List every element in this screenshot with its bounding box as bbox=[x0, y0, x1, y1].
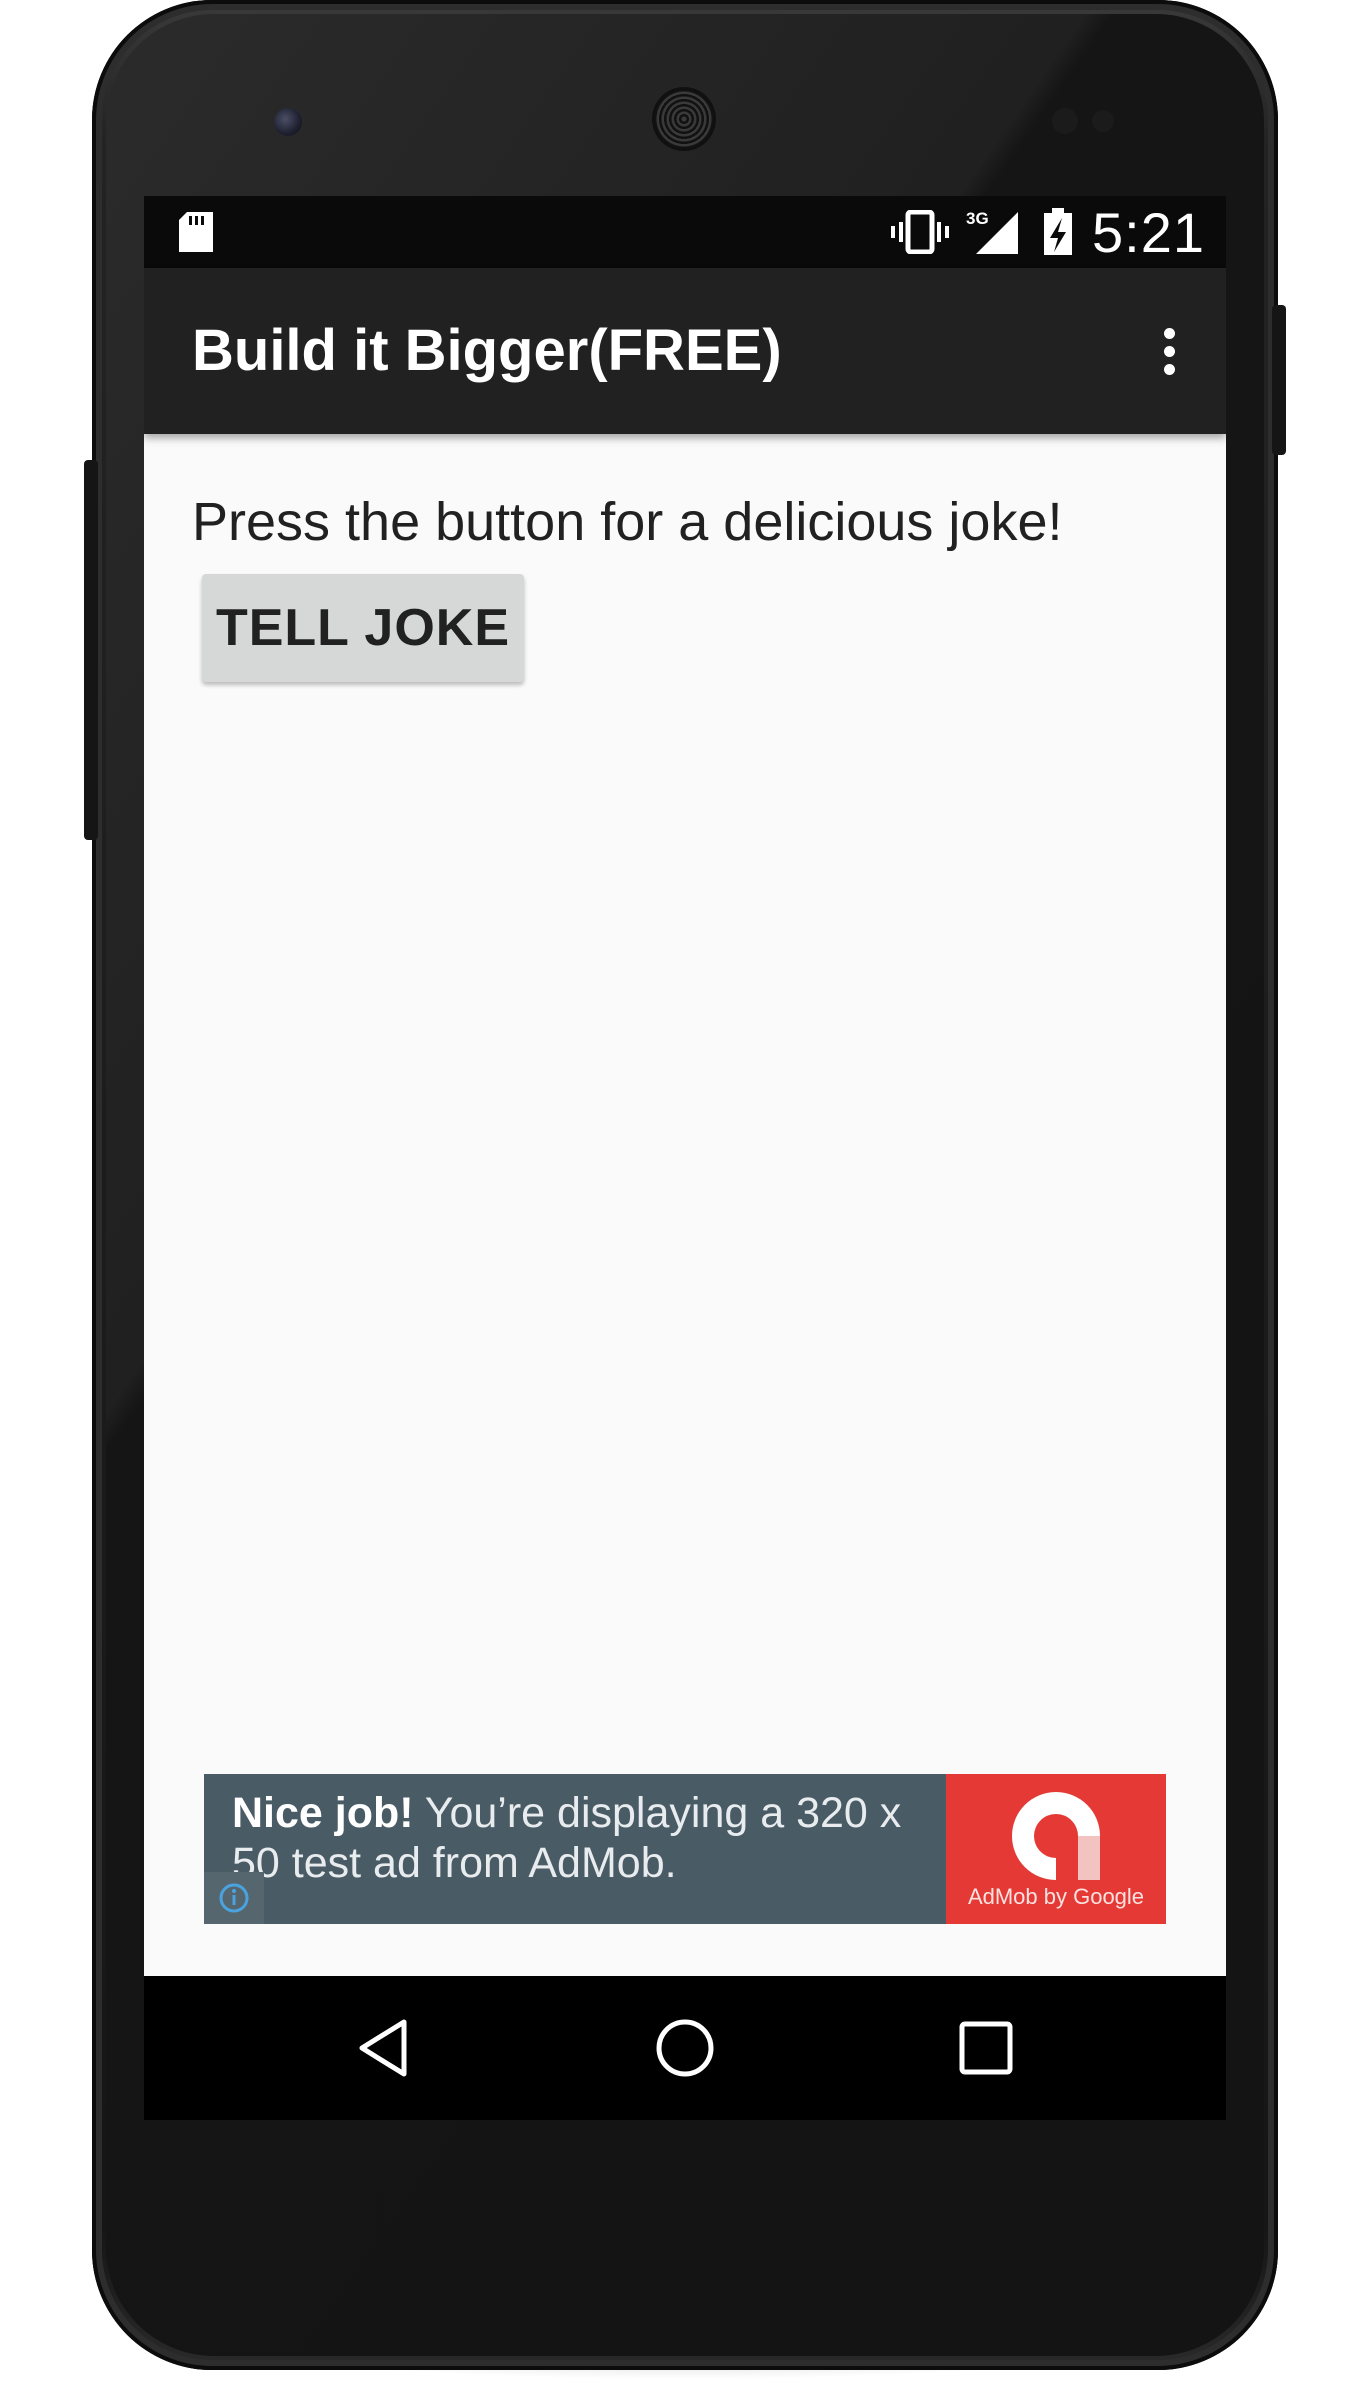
network-type-label: 3G bbox=[966, 209, 989, 228]
home-icon[interactable] bbox=[651, 2014, 719, 2082]
light-sensor-icon bbox=[1092, 110, 1114, 132]
navigation-bar bbox=[144, 1976, 1226, 2120]
battery-charging-icon bbox=[1044, 208, 1072, 255]
recents-icon[interactable] bbox=[952, 2014, 1020, 2082]
front-camera-icon bbox=[1052, 108, 1078, 134]
proximity-sensor-icon bbox=[274, 108, 302, 136]
instructions-text: Press the button for a delicious joke! bbox=[192, 492, 1063, 552]
ad-headline: Nice job! bbox=[232, 1789, 414, 1837]
info-icon[interactable] bbox=[204, 1872, 264, 1924]
back-icon[interactable] bbox=[352, 2014, 420, 2082]
ad-text: Nice job! You’re displaying a 320 x 50 t… bbox=[232, 1788, 932, 1888]
screen: 3G 5:21 Build it Bigger(FREE) Press the … bbox=[144, 196, 1226, 2120]
tell-joke-button[interactable]: TELL JOKE bbox=[202, 574, 524, 682]
sd-card-icon bbox=[179, 212, 213, 252]
ad-banner[interactable]: Nice job! You’re displaying a 320 x 50 t… bbox=[204, 1774, 1166, 1924]
overflow-menu-button[interactable] bbox=[1144, 304, 1194, 400]
signal-icon: 3G bbox=[966, 209, 1018, 254]
app-bar: Build it Bigger(FREE) bbox=[144, 268, 1226, 434]
more-vert-icon-dot bbox=[1164, 346, 1175, 357]
vibrate-icon bbox=[891, 210, 949, 254]
app-title: Build it Bigger(FREE) bbox=[192, 318, 782, 383]
admob-brand-label: AdMob by Google bbox=[967, 1884, 1145, 1909]
more-vert-icon bbox=[1164, 328, 1175, 339]
admob-logo: AdMob by Google bbox=[946, 1774, 1166, 1924]
more-vert-icon-dot bbox=[1164, 364, 1175, 375]
volume-button bbox=[84, 460, 98, 840]
power-button bbox=[1272, 305, 1286, 455]
admob-logo-icon bbox=[1012, 1792, 1100, 1880]
speaker-grille-icon bbox=[655, 90, 713, 148]
status-bar: 3G 5:21 bbox=[144, 196, 1226, 268]
clock: 5:21 bbox=[1092, 201, 1205, 264]
